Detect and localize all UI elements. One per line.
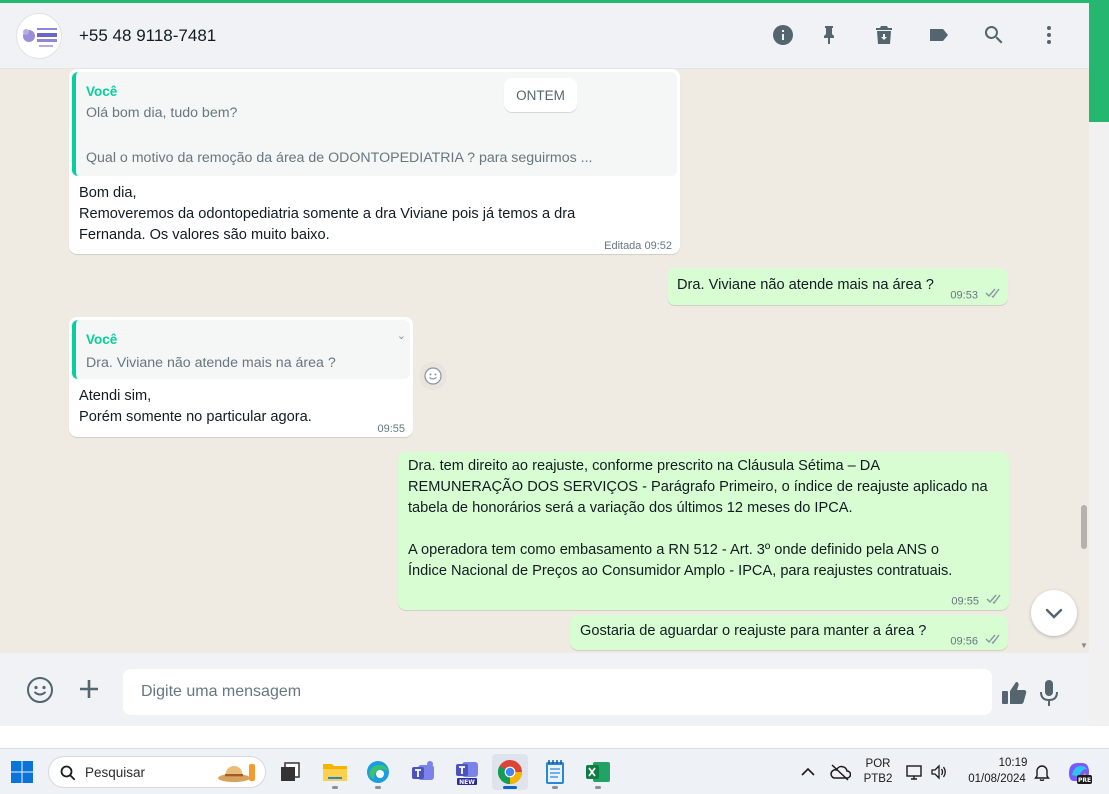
message-line: Bom dia, (79, 185, 137, 201)
windows-start-icon[interactable] (4, 754, 40, 790)
info-icon[interactable] (770, 22, 796, 48)
message-status: 09:53 (950, 285, 1002, 306)
message-line: tabela de honorários será a variação dos… (408, 500, 853, 516)
message-line: Dra. tem direito ao reajuste, conforme p… (408, 458, 881, 474)
network-monitor-icon[interactable] (903, 754, 927, 790)
search-icon[interactable] (981, 22, 1007, 48)
task-view-icon[interactable] (272, 754, 308, 790)
message-line: Porém somente no particular agora. (79, 409, 312, 425)
scroll-to-bottom-button[interactable] (1031, 590, 1077, 636)
message-composer (0, 653, 1089, 726)
notification-bell-icon[interactable] (1030, 754, 1054, 790)
svg-text:NEW: NEW (459, 779, 475, 786)
pin-icon[interactable] (816, 22, 842, 48)
message-outgoing[interactable]: Gostaria de aguardar o reajuste para man… (570, 615, 1008, 650)
window-bottom-strip (0, 726, 1109, 748)
contact-name[interactable]: +55 48 9118-7481 (79, 26, 216, 46)
message-line: Removeremos da odontopediatria somente a… (79, 206, 576, 222)
copilot-icon[interactable]: PRE (1060, 754, 1098, 790)
thumbs-up-icon[interactable] (999, 678, 1029, 708)
running-indicator (552, 786, 558, 789)
teams-icon[interactable] (405, 754, 441, 790)
copilot-badge-text: PRE (1078, 777, 1091, 784)
running-indicator (332, 786, 338, 789)
search-highlight-hat-icon (218, 764, 255, 782)
more-icon[interactable] (1036, 22, 1062, 48)
message-line: Fernanda. Os valores são muito baixo. (79, 227, 330, 243)
taskbar-search-label: Pesquisar (85, 765, 146, 780)
message-time: 09:55 (377, 423, 405, 435)
show-hidden-icons-chevron[interactable] (795, 754, 821, 790)
chevron-down-icon (1045, 608, 1063, 619)
message-line: A operadora tem como embasamento a RN 51… (408, 542, 940, 558)
active-indicator (503, 786, 517, 789)
label-icon[interactable] (926, 22, 952, 48)
onedrive-offline-icon[interactable] (826, 754, 854, 790)
message-incoming[interactable]: Você Olá bom dia, tudo bem? Qual o motiv… (69, 69, 680, 254)
attach-plus-icon[interactable] (75, 675, 103, 703)
double-check-icon (985, 285, 1002, 306)
quote-author: Você (86, 332, 118, 347)
excel-icon[interactable] (580, 754, 616, 790)
input-language-line1[interactable]: POR (860, 758, 896, 770)
message-edited-time: Editada 09:52 (604, 240, 672, 252)
message-line: Dra. Viviane não atende mais na área ? (677, 277, 934, 293)
message-input[interactable] (123, 669, 992, 715)
quoted-message[interactable]: Você Olá bom dia, tudo bem? Qual o motiv… (72, 72, 677, 176)
message-outgoing[interactable]: Dra. tem direito ao reajuste, conforme p… (398, 452, 1009, 610)
chat-header: +55 48 9118-7481 (0, 3, 1089, 69)
message-status: 09:56 (950, 631, 1002, 652)
quote-text: Dra. Viviane não atende mais na área ? (86, 355, 336, 371)
clock-date[interactable]: 01/08/2024 (962, 773, 1032, 785)
emoji-react-button[interactable] (419, 362, 447, 390)
microphone-icon[interactable] (1036, 678, 1062, 708)
message-line: Gostaria de aguardar o reajuste para man… (580, 623, 927, 639)
message-time: 09:53 (950, 289, 978, 302)
chat-panel: Você Olá bom dia, tudo bem? Qual o motiv… (0, 69, 1089, 653)
chat-scrollbar-thumb[interactable] (1081, 505, 1087, 549)
notepad-icon[interactable] (537, 754, 573, 790)
quote-text: Qual o motivo da remoção da área de ODON… (86, 150, 593, 166)
running-indicator (375, 786, 381, 789)
quote-author: Você (86, 84, 118, 99)
file-explorer-icon[interactable] (317, 754, 353, 790)
scroll-arrow-down-icon[interactable]: ▼ (1080, 641, 1088, 650)
running-indicator (595, 786, 601, 789)
double-check-icon (985, 631, 1002, 652)
edge-browser-icon[interactable] (360, 754, 396, 790)
message-line: REMUNERAÇÃO DOS SERVIÇOS - Parágrafo Pri… (408, 479, 988, 495)
message-status: 09:55 (951, 591, 1003, 612)
input-language-line2[interactable]: PTB2 (860, 773, 896, 785)
date-divider: ONTEM (504, 78, 577, 112)
quoted-message[interactable]: Você Dra. Viviane não atende mais na áre… (72, 320, 410, 379)
chrome-browser-icon[interactable] (492, 754, 528, 790)
message-incoming[interactable]: Você Dra. Viviane não atende mais na áre… (69, 317, 413, 437)
chevron-down-icon[interactable]: ⌄ (397, 326, 406, 347)
message-line: Índice Nacional de Preços ao Consumidor … (408, 563, 953, 579)
teams-new-icon[interactable]: NEW (449, 754, 485, 790)
contact-avatar[interactable] (16, 13, 62, 59)
emoji-icon[interactable] (25, 675, 55, 705)
window-scrollbar-thumb[interactable] (1089, 3, 1109, 122)
windows-taskbar: Pesquisar NEW POR PTB2 10:19 01/08/2024 … (0, 748, 1109, 794)
double-check-icon (986, 591, 1003, 612)
message-line: Atendi sim, (79, 388, 152, 404)
volume-icon[interactable] (927, 754, 951, 790)
message-time: 09:56 (950, 635, 978, 648)
search-icon (60, 765, 76, 781)
message-outgoing[interactable]: Dra. Viviane não atende mais na área ? 0… (667, 268, 1008, 305)
quote-text: Olá bom dia, tudo bem? (86, 105, 238, 121)
taskbar-search[interactable]: Pesquisar (48, 756, 266, 788)
message-time: 09:55 (951, 595, 979, 608)
smiley-icon (424, 367, 442, 385)
delete-icon[interactable] (871, 22, 897, 48)
